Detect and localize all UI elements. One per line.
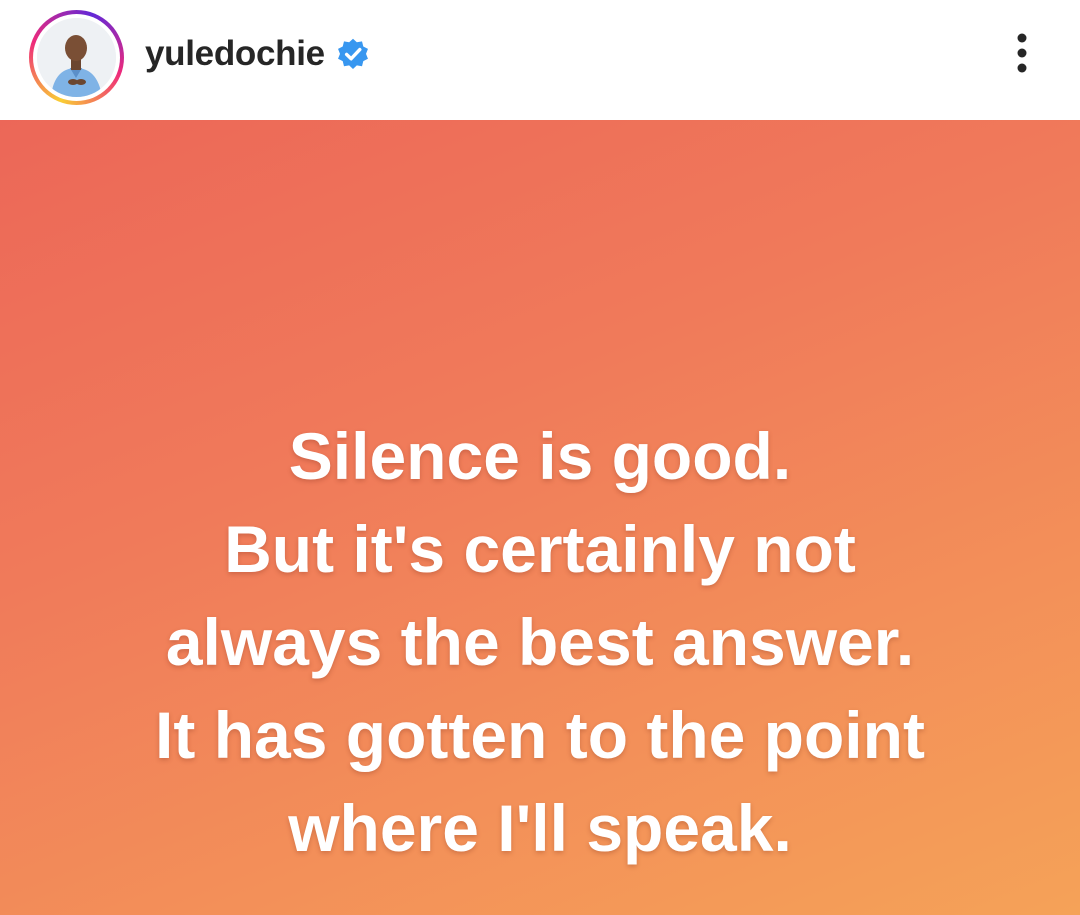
avatar[interactable] [37,18,116,97]
more-options-button[interactable] [1000,28,1044,78]
quote-text: Silence is good. But it's certainly not … [0,410,1080,875]
quote-line: Silence is good. [288,419,792,493]
quote-line: always the best answer. [165,605,915,679]
story-ring[interactable] [29,10,124,105]
avatar-image [37,18,116,97]
quote-line: But it's certainly not [224,512,856,586]
post-header: yuledochie [0,0,1080,120]
post-image[interactable]: Silence is good. But it's certainly not … [0,120,1080,915]
quote-line: where I'll speak. [288,791,792,865]
username-row: yuledochie [145,30,370,78]
verified-badge-icon [336,37,370,71]
quote-line: It has gotten to the point [155,698,925,772]
more-vertical-icon [1017,33,1027,73]
username[interactable]: yuledochie [145,34,325,74]
